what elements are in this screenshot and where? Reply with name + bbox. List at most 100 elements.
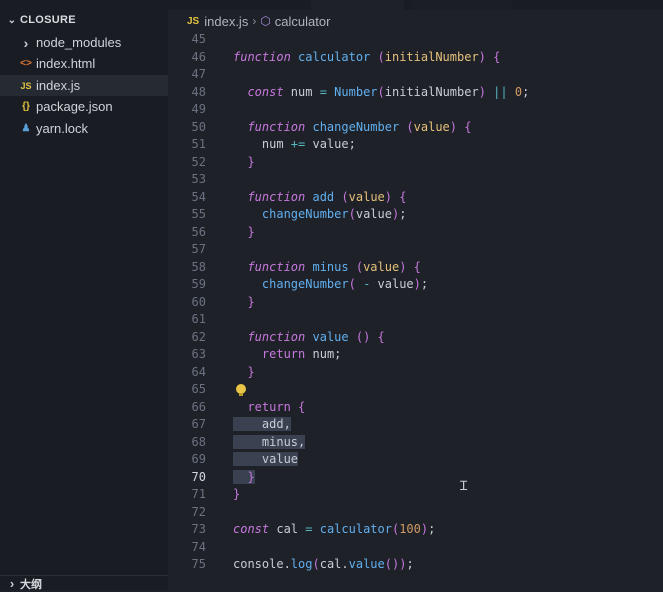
code-line[interactable]: 59 changeNumber( - value);: [168, 276, 663, 294]
line-number: 62: [191, 329, 206, 344]
line-number: 66: [191, 399, 206, 414]
line-number: 71: [191, 487, 206, 501]
code-line[interactable]: 45: [168, 31, 663, 49]
code-text: }: [247, 364, 255, 379]
line-number: 74: [191, 539, 206, 554]
code-text: function changeNumber (value) {: [247, 119, 472, 134]
code-text: changeNumber(value);: [261, 207, 407, 221]
tree-item-yarn-lock[interactable]: ♟ yarn.lock: [0, 118, 168, 139]
explorer-section-header[interactable]: ⌄ CLOSURE: [0, 10, 168, 30]
explorer-title: CLOSURE: [20, 14, 76, 26]
breadcrumb-symbol[interactable]: calculator: [275, 14, 331, 29]
code-text: console.log(cal.value());: [233, 557, 414, 571]
line-number: 69: [191, 452, 206, 466]
code-line[interactable]: 51 num += value;: [168, 136, 663, 154]
file-label: package.json: [36, 99, 113, 114]
code-text: num += value;: [233, 137, 356, 151]
line-number: 45: [191, 32, 206, 46]
code-line[interactable]: 50 function changeNumber (value) {: [168, 119, 663, 137]
code-text: function value () {: [247, 329, 385, 344]
json-icon: {}: [22, 101, 30, 112]
code-line[interactable]: 57: [168, 241, 663, 259]
lightbulb-icon[interactable]: [236, 384, 246, 396]
js-icon: JS: [20, 80, 32, 91]
line-number: 61: [191, 312, 206, 326]
code-line[interactable]: 70 }: [168, 469, 663, 487]
code-line[interactable]: 71}: [168, 486, 663, 504]
yarn-icon: ♟: [21, 123, 31, 134]
code-line[interactable]: 53: [168, 171, 663, 189]
line-number: 75: [191, 557, 206, 571]
line-number: 51: [191, 137, 206, 151]
outline-section-header[interactable]: › 大纲: [0, 575, 168, 591]
code-line[interactable]: 49: [168, 101, 663, 119]
tree-item-index-html[interactable]: <> index.html: [0, 53, 168, 74]
line-number: 53: [191, 172, 206, 186]
code-line[interactable]: 75 console.log(cal.value());: [168, 556, 663, 574]
code-text: minus,: [233, 434, 306, 449]
line-number: 59: [191, 277, 206, 291]
file-label: index.html: [36, 56, 96, 71]
line-number: 55: [191, 207, 206, 221]
code-line[interactable]: 74: [168, 539, 663, 557]
code-text: }: [247, 224, 255, 239]
outline-title: 大纲: [20, 578, 42, 591]
line-number: 58: [191, 259, 206, 274]
code-text: return num;: [261, 347, 342, 361]
text-cursor-icon: Ɪ: [460, 479, 468, 494]
line-number: 54: [191, 189, 206, 204]
chevron-right-icon: ›: [23, 34, 29, 51]
code-line[interactable]: 72: [168, 504, 663, 522]
code-text: add,: [233, 417, 291, 431]
code-line[interactable]: 62 function value () {: [168, 329, 663, 347]
line-number: 67: [191, 417, 206, 431]
chevron-right-icon: ›: [9, 576, 15, 591]
code-line[interactable]: 69 value: [168, 451, 663, 469]
chevron-right-icon: ›: [252, 14, 257, 28]
line-number: 72: [191, 504, 206, 519]
tab-index-js[interactable]: [311, 0, 404, 10]
tab-other[interactable]: [412, 0, 512, 10]
code-line[interactable]: 66 return {: [168, 399, 663, 417]
tree-item-package-json[interactable]: {} package.json: [0, 96, 168, 117]
code-line[interactable]: 48 const num = Number(initialNumber) || …: [168, 84, 663, 102]
tree-item-index-js[interactable]: JS index.js: [0, 75, 168, 96]
html-icon: <>: [20, 58, 32, 69]
code-text: value: [233, 452, 299, 466]
code-line[interactable]: 61: [168, 311, 663, 329]
code-line[interactable]: 54 function add (value) {: [168, 189, 663, 207]
code-line[interactable]: 47: [168, 66, 663, 84]
code-text: }: [247, 294, 255, 309]
code-text: }: [233, 487, 241, 501]
line-number: 63: [191, 347, 206, 361]
code-line[interactable]: 60 }: [168, 294, 663, 312]
code-text: function add (value) {: [247, 189, 407, 204]
line-number: 48: [191, 84, 206, 99]
code-text: const cal = calculator(100);: [233, 522, 436, 536]
code-line[interactable]: 56 }: [168, 224, 663, 242]
line-number: 56: [191, 224, 206, 239]
breadcrumb-file[interactable]: index.js: [204, 14, 248, 29]
line-number: 70: [191, 469, 206, 484]
code-line[interactable]: 65: [168, 381, 663, 399]
code-line[interactable]: 64 }: [168, 364, 663, 382]
code-line[interactable]: 68 minus,: [168, 434, 663, 452]
code-text: return {: [247, 399, 306, 414]
code-line[interactable]: 55 changeNumber(value);: [168, 206, 663, 224]
file-label: index.js: [36, 78, 81, 93]
code-text: const num = Number(initialNumber) || 0;: [247, 84, 530, 99]
code-editor[interactable]: JS index.js › ⬡ calculator 45 46 function …: [168, 0, 663, 590]
line-number: 64: [191, 364, 206, 379]
file-label: yarn.lock: [36, 121, 89, 136]
tree-item-node-modules[interactable]: › node_modules: [0, 32, 168, 53]
code-line[interactable]: 67 add,: [168, 416, 663, 434]
code-line[interactable]: 58 function minus (value) {: [168, 259, 663, 277]
code-line[interactable]: 46 function calculator (initialNumber) {: [168, 49, 663, 67]
line-number: 47: [191, 67, 206, 81]
code-line[interactable]: 73 const cal = calculator(100);: [168, 521, 663, 539]
code-line[interactable]: 52 }: [168, 154, 663, 172]
code-text: }: [247, 154, 255, 169]
breadcrumb: JS index.js › ⬡ calculator: [168, 11, 330, 31]
line-number: 57: [191, 242, 206, 256]
code-line[interactable]: 63 return num;: [168, 346, 663, 364]
